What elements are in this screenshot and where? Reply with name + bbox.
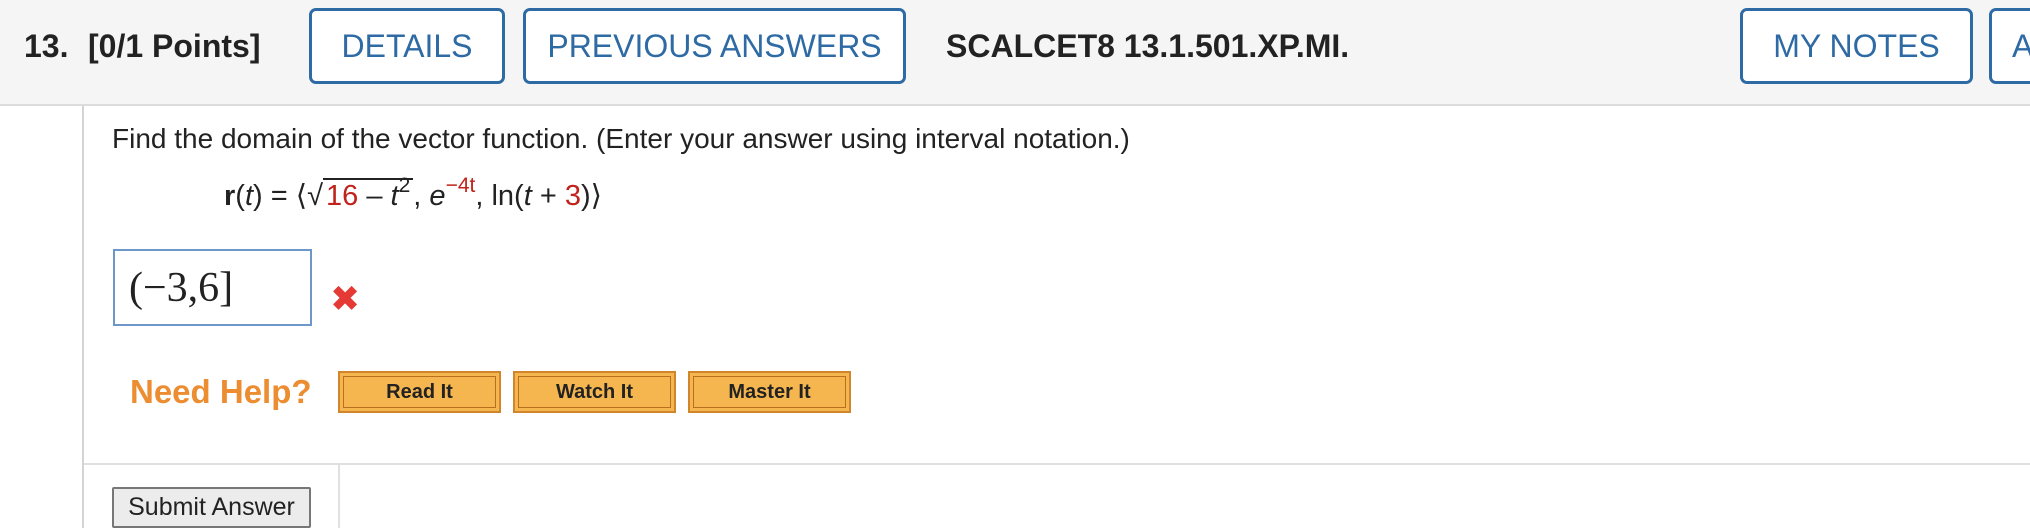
vector-function-formula: r(t) = ⟨√ 16 – t2, e−4t, ln(t + 3)⟩ bbox=[224, 174, 602, 212]
formula-r: r bbox=[224, 180, 236, 212]
sqrt-symbol: √ bbox=[307, 180, 324, 212]
details-button[interactable]: DETAILS bbox=[309, 8, 505, 84]
master-it-button[interactable]: Master It bbox=[688, 371, 851, 413]
sqrt-radicand: 16 – t2 bbox=[323, 174, 414, 212]
ask-teacher-button[interactable]: A bbox=[1989, 8, 2030, 84]
submit-answer-button[interactable]: Submit Answer bbox=[112, 487, 311, 528]
problem-code: SCALCET8 13.1.501.XP.MI. bbox=[946, 28, 1350, 64]
read-it-button[interactable]: Read It bbox=[338, 371, 501, 413]
question-number: 13. bbox=[24, 28, 69, 64]
previous-answers-button[interactable]: PREVIOUS ANSWERS bbox=[523, 8, 906, 84]
my-notes-button[interactable]: MY NOTES bbox=[1740, 8, 1973, 84]
incorrect-x-icon: ✖ bbox=[330, 278, 361, 319]
answer-input[interactable]: (−3,6] bbox=[113, 249, 312, 326]
exponent: −4t bbox=[445, 174, 476, 197]
points-label: [0/1 Points] bbox=[88, 28, 261, 64]
need-help-label: Need Help? bbox=[130, 373, 312, 410]
question-prompt: Find the domain of the vector function. … bbox=[112, 123, 1130, 154]
divider-vertical bbox=[338, 465, 340, 528]
question-header: 13. [0/1 Points] DETAILS PREVIOUS ANSWER… bbox=[0, 0, 2030, 106]
divider bbox=[84, 463, 2030, 465]
watch-it-button[interactable]: Watch It bbox=[513, 371, 676, 413]
